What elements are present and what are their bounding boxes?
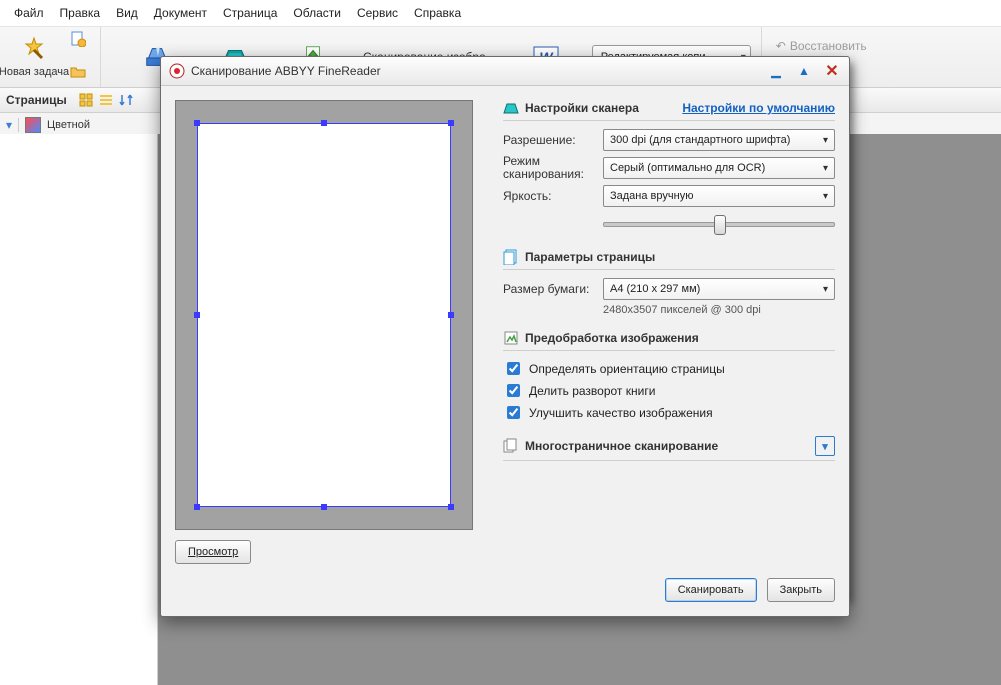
open-button[interactable]: [64, 61, 92, 87]
paper-size-value: А4 (210 x 297 мм): [610, 283, 700, 295]
new-task-button[interactable]: Новая задача: [8, 30, 60, 84]
paper-size-label: Размер бумаги:: [503, 282, 603, 296]
new-task-label: Новая задача: [0, 66, 69, 78]
preproc-section-icon: [503, 330, 519, 346]
new-document-button[interactable]: [64, 28, 92, 54]
sort-icon[interactable]: [117, 91, 135, 109]
split-spread-label: Делить разворот книги: [529, 384, 655, 398]
scanner-settings-section: Настройки сканера Настройки по умолчанию…: [503, 100, 835, 235]
window-minimize-icon[interactable]: ▁: [767, 63, 785, 79]
detect-orientation-checkbox[interactable]: Определять ориентацию страницы: [503, 359, 835, 378]
resolution-label: Разрешение:: [503, 133, 603, 147]
close-button[interactable]: Закрыть: [767, 578, 835, 602]
preproc-heading: Предобработка изображения: [525, 331, 699, 345]
menu-service[interactable]: Сервис: [349, 4, 406, 22]
thumbs-grid-icon[interactable]: [77, 91, 95, 109]
pages-panel: [0, 134, 158, 685]
color-mode-icon: [25, 117, 41, 133]
chevron-down-icon: ▾: [823, 135, 828, 146]
page-section-icon: [503, 249, 519, 265]
scan-mode-select[interactable]: Серый (оптимально для OCR) ▾: [603, 157, 835, 179]
dialog-title: Сканирование ABBYY FineReader: [191, 64, 381, 78]
multiscan-section: Многостраничное сканирование ▾: [503, 436, 835, 461]
window-close-icon[interactable]: ✕: [823, 63, 841, 79]
resolution-value: 300 dpi (для стандартного шрифта): [610, 134, 790, 146]
panel-menu-icon[interactable]: ▾: [6, 118, 12, 132]
enhance-quality-checkbox[interactable]: Улучшить качество изображения: [503, 403, 835, 422]
split-spread-input[interactable]: [507, 384, 520, 397]
menu-file[interactable]: Файл: [6, 4, 52, 22]
scan-mode-value: Серый (оптимально для OCR): [610, 162, 765, 174]
split-spread-checkbox[interactable]: Делить разворот книги: [503, 381, 835, 400]
menu-view[interactable]: Вид: [108, 4, 146, 22]
scan-mode-label: Режим сканирования:: [503, 155, 603, 181]
brightness-select[interactable]: Задана вручную ▾: [603, 185, 835, 207]
scanner-heading: Настройки сканера: [525, 101, 639, 115]
paper-size-select[interactable]: А4 (210 x 297 мм) ▾: [603, 278, 835, 300]
menu-bar: Файл Правка Вид Документ Страница Област…: [0, 0, 1001, 27]
detect-orientation-label: Определять ориентацию страницы: [529, 362, 725, 376]
detect-orientation-input[interactable]: [507, 362, 520, 375]
preview-button[interactable]: Просмотр: [175, 540, 251, 564]
dialog-titlebar[interactable]: Сканирование ABBYY FineReader ▁ ▲ ✕: [161, 57, 849, 86]
multiscan-section-icon: [503, 438, 519, 454]
folder-open-icon: [70, 64, 86, 83]
page-heading: Параметры страницы: [525, 250, 655, 264]
brightness-slider[interactable]: [603, 213, 835, 235]
enhance-quality-label: Улучшить качество изображения: [529, 406, 713, 420]
new-page-icon: [70, 31, 86, 50]
brightness-value: Задана вручную: [610, 190, 693, 202]
abbyy-app-icon: [169, 63, 185, 79]
restore-button[interactable]: ↶ Восстановить: [772, 39, 871, 53]
scan-button[interactable]: Сканировать: [665, 578, 757, 602]
brightness-label: Яркость:: [503, 189, 603, 203]
resolution-select[interactable]: 300 dpi (для стандартного шрифта) ▾: [603, 129, 835, 151]
wand-star-icon: [20, 36, 48, 64]
scan-preview-page[interactable]: [197, 123, 451, 507]
menu-areas[interactable]: Области: [285, 4, 349, 22]
page-params-section: Параметры страницы Размер бумаги: А4 (21…: [503, 249, 835, 316]
enhance-quality-input[interactable]: [507, 406, 520, 419]
menu-document[interactable]: Документ: [146, 4, 215, 22]
menu-help[interactable]: Справка: [406, 4, 469, 22]
chevron-down-icon: ▾: [823, 191, 828, 202]
scan-dialog: Сканирование ABBYY FineReader ▁ ▲ ✕ Прос…: [160, 56, 850, 617]
chevron-down-icon: ▾: [823, 163, 828, 174]
multiscan-heading: Многостраничное сканирование: [525, 439, 718, 453]
chevron-down-icon: ▾: [823, 284, 828, 295]
preprocessing-section: Предобработка изображения Определять ори…: [503, 330, 835, 422]
restore-label: Восстановить: [790, 39, 867, 53]
scanner-section-icon: [503, 100, 519, 116]
pages-title: Страницы: [6, 93, 75, 107]
scan-preview-frame: [175, 100, 473, 530]
window-maximize-icon[interactable]: ▲: [795, 63, 813, 79]
thumbs-list-icon[interactable]: [97, 91, 115, 109]
defaults-link[interactable]: Настройки по умолчанию: [682, 101, 835, 115]
menu-page[interactable]: Страница: [215, 4, 285, 22]
pixels-hint: 2480x3507 пикселей @ 300 dpi: [603, 304, 835, 316]
expand-multiscan-button[interactable]: ▾: [815, 436, 835, 456]
color-mode-label: Цветной: [47, 119, 90, 131]
menu-edit[interactable]: Правка: [52, 4, 109, 22]
slider-thumb[interactable]: [714, 215, 726, 235]
undo-icon: ↶: [776, 39, 786, 53]
